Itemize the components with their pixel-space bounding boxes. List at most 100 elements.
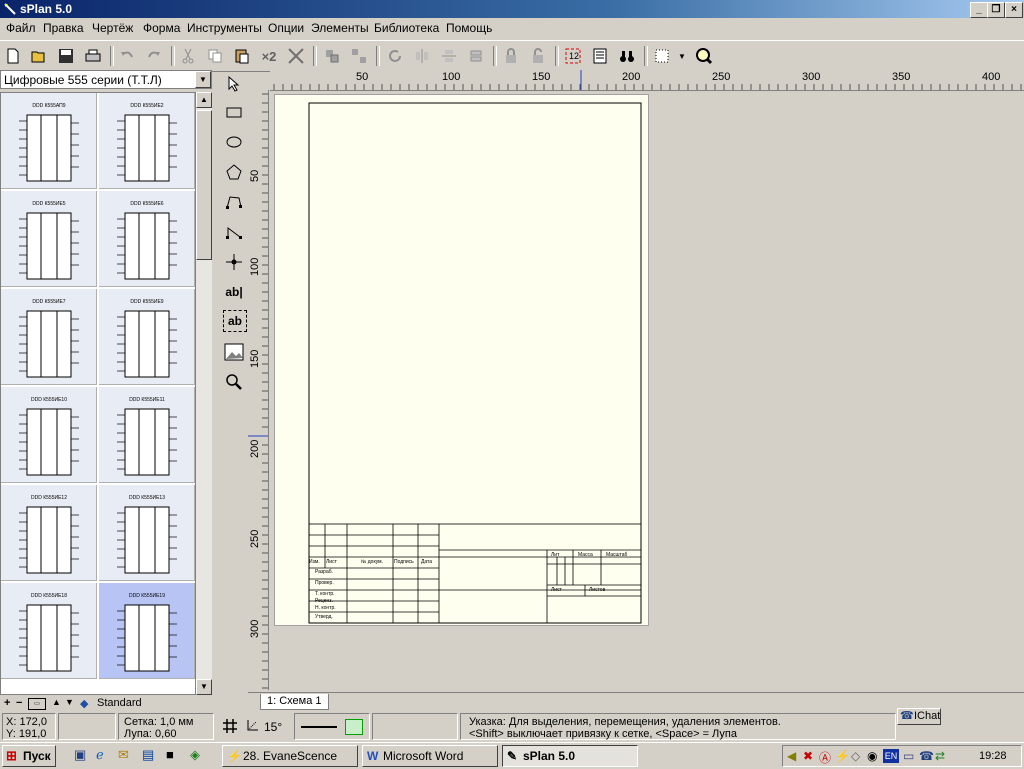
menu-help[interactable]: Помощь	[446, 21, 492, 35]
maximize-button[interactable]: ❐	[987, 2, 1005, 18]
numbering-icon[interactable]: 12	[562, 45, 584, 67]
duplicate-icon[interactable]: ×2	[258, 45, 280, 67]
copy-icon[interactable]	[204, 45, 226, 67]
open-icon[interactable]	[28, 45, 50, 67]
task-word[interactable]: W Microsoft Word	[362, 745, 498, 767]
start-button[interactable]: ⊞ Пуск	[2, 745, 56, 767]
speaker-icon[interactable]: ◀	[787, 749, 801, 763]
task-splan[interactable]: ✎ sPlan 5.0	[502, 745, 638, 767]
library-scrollbar[interactable]: ▲ ▼	[196, 92, 212, 695]
library-edit-icon[interactable]: ▭	[28, 698, 46, 710]
library-item[interactable]: DDD К555ИЕ9	[99, 289, 195, 385]
book-icon[interactable]: ◆	[80, 697, 88, 710]
align-icon[interactable]	[465, 45, 487, 67]
connection-icon[interactable]: ⇄	[935, 749, 949, 763]
angle-value[interactable]: 15°	[264, 720, 282, 734]
antivirus-icon[interactable]: Ⓐ	[819, 749, 833, 765]
menu-edit[interactable]: Правка	[43, 21, 84, 35]
bezier-icon[interactable]	[223, 190, 245, 214]
junction-icon[interactable]	[223, 250, 245, 274]
scroll-down-icon[interactable]: ▼	[196, 679, 212, 695]
delete-icon[interactable]	[285, 45, 307, 67]
grid-toggle-icon[interactable]	[222, 718, 238, 737]
line-style-box[interactable]	[294, 713, 370, 740]
library-item[interactable]: DDD К555ИЕ5	[1, 191, 97, 287]
scroll-thumb[interactable]	[196, 110, 212, 260]
library-item[interactable]: DDD К555ИЕ12	[1, 485, 97, 581]
close-button[interactable]: ×	[1005, 2, 1023, 18]
chevron-down-icon[interactable]: ▼	[676, 45, 688, 67]
ungroup-icon[interactable]	[348, 45, 370, 67]
paste-icon[interactable]	[231, 45, 253, 67]
language-indicator[interactable]: EN	[883, 749, 899, 763]
fill-color-swatch[interactable]	[345, 719, 363, 735]
ie-icon[interactable]: ℯ	[96, 747, 104, 763]
minimize-button[interactable]: _	[970, 2, 988, 18]
phone-icon[interactable]: ☎	[919, 749, 934, 763]
lock-icon[interactable]	[500, 45, 522, 67]
redo-icon[interactable]	[143, 45, 165, 67]
menu-file[interactable]: Файл	[6, 21, 36, 35]
chevron-down-icon[interactable]: ▼	[195, 71, 211, 88]
pointer-icon[interactable]	[223, 72, 245, 96]
rectangle-icon[interactable]	[223, 100, 245, 124]
usb-icon[interactable]: ◇	[851, 749, 865, 763]
library-select[interactable]: Цифровые 555 серии (Т.Т.Л) ▼	[0, 70, 212, 89]
cut-icon[interactable]	[177, 45, 199, 67]
textbox-icon[interactable]: ab	[223, 310, 247, 332]
tab-sheet-1[interactable]: 1: Схема 1	[260, 694, 329, 710]
undo-icon[interactable]	[116, 45, 138, 67]
app-launch-icon[interactable]: ▤	[142, 747, 154, 763]
network-icon[interactable]: ✖	[803, 749, 817, 763]
menu-tools[interactable]: Инструменты	[187, 21, 262, 35]
menu-elements[interactable]: Элементы	[311, 21, 369, 35]
media-icon[interactable]: ■	[166, 747, 174, 762]
library-item[interactable]: DDD К555ИЕ7	[1, 289, 97, 385]
power-icon[interactable]: ⚡	[835, 749, 850, 763]
library-item[interactable]: DDD К555ИЕ2	[99, 93, 195, 189]
binoculars-icon[interactable]	[616, 45, 638, 67]
image-icon[interactable]	[223, 340, 245, 364]
parts-list-icon[interactable]	[589, 45, 611, 67]
unlock-icon[interactable]	[527, 45, 549, 67]
menu-library[interactable]: Библиотека	[374, 21, 439, 35]
menu-shape[interactable]: Форма	[143, 21, 180, 35]
task-winamp[interactable]: ⚡ 28. EvaneScence	[222, 745, 358, 767]
outlook-icon[interactable]: ✉	[118, 747, 129, 763]
menu-options[interactable]: Опции	[268, 21, 304, 35]
library-item[interactable]: DDD К555ИЕ10	[1, 387, 97, 483]
desktop-icon[interactable]: ▣	[74, 747, 86, 763]
line-icon[interactable]	[223, 220, 245, 244]
arrow-down-icon[interactable]: ▼	[65, 697, 74, 707]
add-icon[interactable]: +	[4, 697, 10, 709]
mirror-h-icon[interactable]	[411, 45, 433, 67]
grid-icon[interactable]	[651, 45, 673, 67]
save-icon[interactable]	[55, 45, 77, 67]
mirror-v-icon[interactable]	[438, 45, 460, 67]
quicklaunch-icon[interactable]: ◈	[190, 747, 200, 763]
zoom-icon[interactable]	[692, 45, 714, 67]
library-item[interactable]: DDD К555ИЕ19	[99, 583, 195, 679]
print-icon[interactable]	[82, 45, 104, 67]
arrow-up-icon[interactable]: ▲	[52, 697, 61, 707]
scroll-up-icon[interactable]: ▲	[196, 92, 212, 108]
library-item[interactable]: DDD К555ИЕ18	[1, 583, 97, 679]
library-item[interactable]: DDD К555ИЕ13	[99, 485, 195, 581]
group-icon[interactable]	[321, 45, 343, 67]
remove-icon[interactable]: −	[16, 697, 22, 709]
tray-app-icon[interactable]: ◉	[867, 749, 881, 763]
rotate-icon[interactable]	[384, 45, 406, 67]
ichat-button[interactable]: ☎ IChat	[897, 708, 941, 725]
new-icon[interactable]	[2, 45, 24, 67]
polygon-icon[interactable]	[223, 160, 245, 184]
text-icon[interactable]: ab|	[223, 280, 245, 304]
monitor-icon[interactable]: ▭	[903, 749, 917, 763]
angle-icon[interactable]	[246, 718, 260, 735]
drawing-sheet[interactable]: Изм. Лист № докум. Подпись Дата Разраб. …	[274, 94, 649, 626]
menu-drawing[interactable]: Чертёж	[92, 21, 133, 35]
library-item[interactable]: DDD К555ИЕ6	[99, 191, 195, 287]
magnifier-icon[interactable]	[223, 370, 245, 394]
library-item[interactable]: DDD К555АП9	[1, 93, 97, 189]
ellipse-icon[interactable]	[223, 130, 245, 154]
library-item[interactable]: DDD К555ИЕ11	[99, 387, 195, 483]
